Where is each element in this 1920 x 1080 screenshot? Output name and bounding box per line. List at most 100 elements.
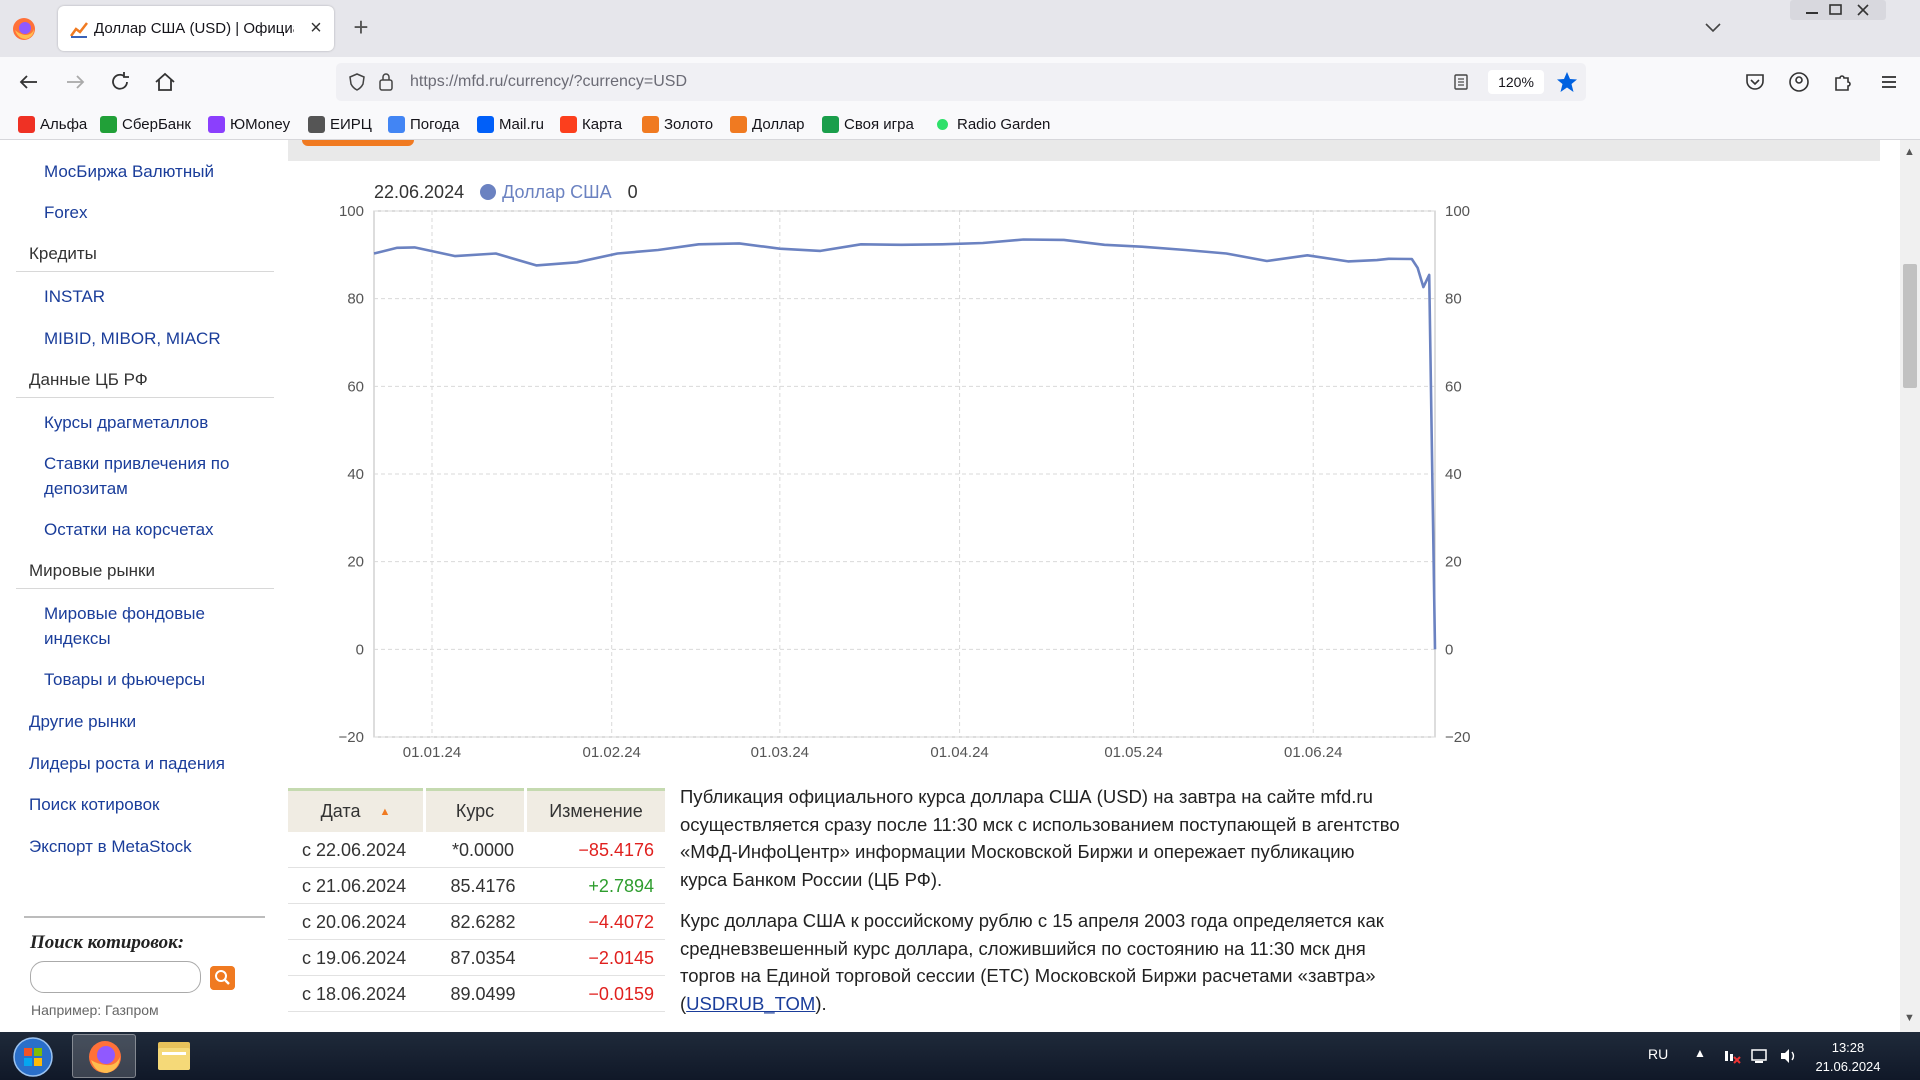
header-date[interactable]: Дата ▲ <box>288 788 423 832</box>
description-paragraph-1: Публикация официального курса доллара СШ… <box>680 786 1400 890</box>
sidebar-item-deposit-rates[interactable]: Ставки привлечения по депозитам <box>44 451 264 501</box>
new-tab-button[interactable]: + <box>348 12 374 42</box>
lock-icon[interactable] <box>378 72 394 92</box>
volume-icon[interactable] <box>1778 1046 1798 1066</box>
y-tick-label-right: 60 <box>1445 378 1462 395</box>
bookmark-label: Карта <box>582 115 623 133</box>
bookmark-item[interactable]: Radio Garden <box>934 114 1050 134</box>
sidebar-item-mibid[interactable]: MIBID, MIBOR, MIACR <box>44 326 221 351</box>
quote-search-input[interactable] <box>30 961 201 993</box>
extensions-icon[interactable] <box>1830 69 1856 95</box>
bookmarks-toolbar: Альфа СберБанк ЮMoney ЕИРЦ Погода Mail.ru Карт… <box>0 107 1920 140</box>
address-bar[interactable]: https://mfd.ru/currency/?currency=USD 12… <box>336 63 1586 101</box>
plot-area <box>373 210 1436 738</box>
tab-active[interactable]: Доллар США (USD) | Официал × <box>58 6 334 51</box>
page-scrollbar[interactable]: ▲ ▼ <box>1900 140 1920 1032</box>
bookmark-label: СберБанк <box>122 115 191 133</box>
sidebar-item-forex[interactable]: Forex <box>44 200 87 225</box>
bookmark-star-icon[interactable] <box>1556 71 1578 93</box>
sidebar-item-quote-search[interactable]: Поиск котировок <box>29 795 159 815</box>
bookmark-label: Своя игра <box>844 115 914 133</box>
sidebar-item-other-markets[interactable]: Другие рынки <box>29 712 136 732</box>
table-row: с 18.06.2024 89.0499 −0.0159 <box>288 976 665 1012</box>
scrollbar-thumb[interactable] <box>1903 264 1917 388</box>
page-content: МосБиржа Валютный Forex Кредиты INSTAR M… <box>0 140 1900 1032</box>
sidebar-item-mosbirzha-fx[interactable]: МосБиржа Валютный <box>44 159 214 184</box>
window-controls <box>1788 0 1888 22</box>
scroll-up-icon[interactable]: ▲ <box>1904 146 1915 158</box>
sidebar-item-corr-accounts[interactable]: Остатки на корсчетах <box>44 517 214 542</box>
quote-search-title: Поиск котировок: <box>30 932 185 953</box>
firefox-icon[interactable] <box>12 17 36 41</box>
sidebar-item-leaders[interactable]: Лидеры роста и падения <box>29 754 225 774</box>
zoom-indicator[interactable]: 120% <box>1488 70 1544 94</box>
cell-rate: 82.6282 <box>450 912 516 932</box>
alfa-icon <box>18 115 35 133</box>
bookmark-label: ЮMoney <box>230 115 291 133</box>
home-icon[interactable] <box>152 69 178 95</box>
scroll-down-icon[interactable]: ▼ <box>1904 1012 1915 1024</box>
search-icon[interactable] <box>210 966 235 990</box>
bookmark-item[interactable]: Mail.ru <box>477 114 544 134</box>
reader-view-icon[interactable] <box>1452 73 1470 91</box>
tab-close-icon[interactable]: × <box>306 18 326 38</box>
cell-rate: 87.0354 <box>450 948 516 968</box>
reload-icon[interactable] <box>107 69 133 95</box>
usdrub-tom-link[interactable]: USDRUB_TOM <box>686 993 815 1014</box>
x-tick-label: 01.05.24 <box>1104 744 1162 761</box>
header-change[interactable]: Изменение <box>527 788 665 832</box>
sidebar-heading-cbr: Данные ЦБ РФ <box>29 370 148 389</box>
y-tick-label-left: 40 <box>347 466 364 483</box>
menu-hamburger-icon[interactable] <box>1876 69 1902 95</box>
x-tick-label: 01.06.24 <box>1284 744 1342 761</box>
pocket-icon[interactable] <box>1742 69 1768 95</box>
clock-time: 13:28 <box>1831 1040 1865 1055</box>
clock[interactable]: 13:28 21.06.2024 <box>1800 1038 1896 1076</box>
y-tick-label-left: −20 <box>339 729 364 746</box>
orange-tab-edge <box>302 140 414 146</box>
bookmark-item[interactable]: ЕИРЦ <box>308 114 372 134</box>
x-tick-label: 01.01.24 <box>403 744 461 761</box>
sidebar-item-metastock-export[interactable]: Экспорт в MetaStock <box>29 837 192 857</box>
language-indicator[interactable]: RU <box>1648 1046 1668 1062</box>
taskbar-explorer[interactable] <box>142 1034 206 1078</box>
sidebar-heading-line <box>16 397 274 398</box>
bookmark-item[interactable]: СберБанк <box>100 114 191 134</box>
sidebar-item-metals[interactable]: Курсы драгметаллов <box>44 410 208 435</box>
y-tick-label-right: 80 <box>1445 291 1462 308</box>
tab-title: Доллар США (USD) | Официал <box>94 20 294 37</box>
bookmark-item[interactable]: Погода <box>388 114 459 134</box>
windows-start-icon[interactable] <box>8 1036 58 1078</box>
shield-icon[interactable] <box>348 73 366 91</box>
bookmark-item[interactable]: ЮMoney <box>208 114 290 134</box>
x-tick-label: 01.03.24 <box>751 744 809 761</box>
bookmark-item[interactable]: Своя игра <box>822 114 914 134</box>
taskbar-firefox[interactable] <box>72 1034 136 1078</box>
bookmark-label: ЕИРЦ <box>330 115 372 133</box>
bookmark-item[interactable]: Альфа <box>18 114 87 134</box>
bookmark-item[interactable]: Доллар <box>730 114 805 134</box>
sidebar-divider <box>24 916 265 918</box>
network-warning-icon[interactable] <box>1722 1046 1742 1066</box>
header-rate[interactable]: Курс <box>426 788 524 832</box>
show-hidden-icons-icon[interactable]: ▲ <box>1694 1046 1706 1060</box>
bookmark-item[interactable]: Карта <box>560 114 622 134</box>
sidebar-item-commodities[interactable]: Товары и фьючерсы <box>44 667 205 692</box>
forward-arrow-icon[interactable] <box>62 69 88 95</box>
url-text[interactable]: https://mfd.ru/currency/?currency=USD <box>410 73 687 91</box>
account-icon[interactable] <box>1786 69 1812 95</box>
bookmark-item[interactable]: Золото <box>642 114 713 134</box>
yoomoney-icon <box>208 115 225 133</box>
list-tabs-chevron-icon[interactable] <box>1700 14 1726 40</box>
sidebar-item-instar[interactable]: INSTAR <box>44 284 105 309</box>
action-center-icon[interactable] <box>1750 1046 1770 1066</box>
minimize-icon[interactable] <box>1788 0 1888 22</box>
description-text: ). <box>815 992 827 1014</box>
y-tick-label-left: 20 <box>347 554 364 571</box>
mail-icon <box>477 115 494 133</box>
sidebar-item-world-indices[interactable]: Мировые фондовые индексы <box>44 601 264 651</box>
sidebar-heading-line <box>16 588 274 589</box>
firefox-icon <box>89 1041 121 1073</box>
x-tick-label: 01.04.24 <box>930 744 988 761</box>
back-arrow-icon[interactable] <box>16 69 42 95</box>
